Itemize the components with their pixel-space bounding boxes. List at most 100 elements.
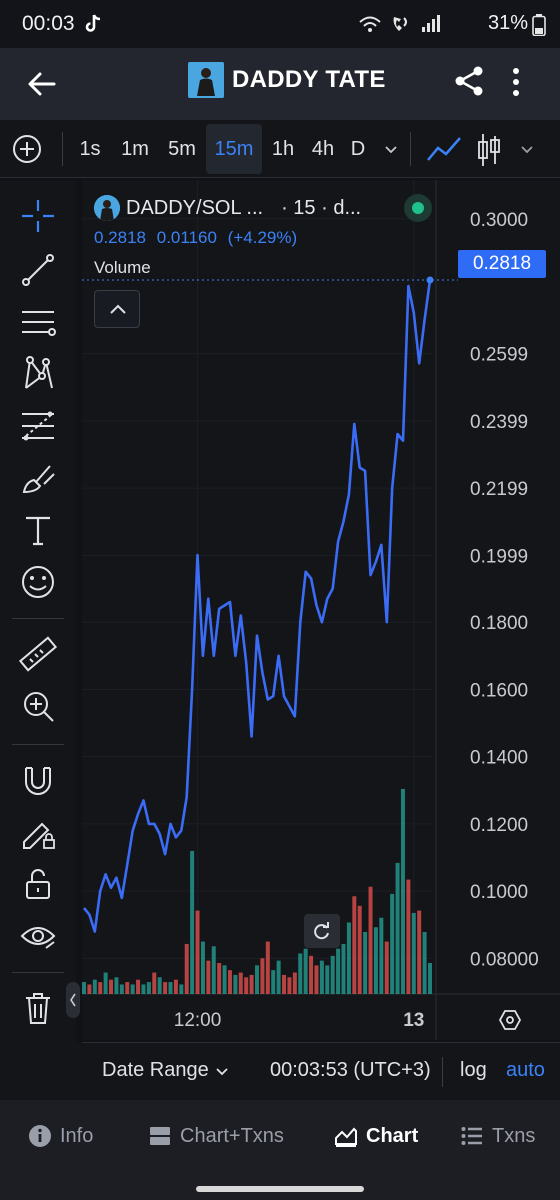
unlock-icon[interactable] [18, 864, 58, 904]
chart-settings-icon[interactable] [498, 1008, 522, 1032]
volume-bar [390, 893, 395, 994]
volume-bar [222, 965, 227, 994]
tiktok-icon [85, 14, 101, 32]
nav-tab-chart-label: Chart [366, 1124, 419, 1147]
y-tick-label: 0.1000 [470, 882, 528, 903]
legend-symbol: DADDY/SOL ... [126, 196, 264, 219]
volume-bar [163, 982, 168, 994]
crosshair-tool-icon[interactable] [18, 196, 58, 236]
magnet-tool-icon[interactable] [18, 760, 58, 800]
volume-bar [319, 960, 324, 994]
legend-collapse-button[interactable] [94, 290, 140, 328]
nav-tab-info[interactable]: Info [28, 1122, 93, 1150]
emoji-tool-icon[interactable] [18, 562, 58, 602]
volume-bar [114, 977, 119, 994]
log-scale-toggle[interactable]: log [460, 1059, 487, 1082]
volume-bar [98, 982, 103, 994]
legend-values: 0.2818 0.01160 (+4.29%) [94, 228, 303, 248]
date-range-chevron-down-icon[interactable] [214, 1063, 230, 1079]
volume-bar [249, 974, 254, 994]
y-tick-label: 0.1400 [470, 748, 528, 769]
status-time: 00:03 [22, 12, 75, 35]
volume-bar [400, 789, 405, 994]
nav-tab-chart-txns[interactable]: Chart+Txns [148, 1122, 284, 1150]
chart-pane[interactable]: 0.3000 0.2599 0.2399 0.2199 0.1999 0.1800 0.16… [82, 180, 560, 1040]
nav-tab-chart-txns-label: Chart+Txns [180, 1124, 284, 1147]
volume-bar [82, 982, 86, 994]
volume-bar [330, 955, 335, 994]
volume-bar [141, 984, 146, 994]
volume-bar [271, 970, 276, 994]
timeframe-d[interactable]: D [344, 124, 372, 174]
back-arrow-icon[interactable] [24, 66, 60, 102]
timeframe-1h[interactable]: 1h [264, 124, 302, 174]
x-tick-label: 13 [403, 1010, 424, 1031]
volume-bar [406, 879, 411, 994]
legend-token-avatar [94, 195, 120, 221]
horizontal-lines-tool-icon[interactable] [18, 302, 58, 342]
more-vertical-icon[interactable] [506, 66, 526, 98]
timeframe-4h[interactable]: 4h [304, 124, 342, 174]
volume-bar [368, 886, 373, 994]
volume-bar [238, 972, 243, 994]
volume-label: Volume [94, 258, 151, 277]
timeframe-1s[interactable]: 1s [70, 124, 110, 174]
volume-bar [109, 979, 114, 994]
trend-line-tool-icon[interactable] [18, 250, 58, 290]
volume-bar [287, 977, 292, 994]
add-indicator-icon[interactable] [12, 134, 42, 164]
timeframe-1m[interactable]: 1m [112, 124, 158, 174]
home-indicator [196, 1186, 364, 1192]
brush-tool-icon[interactable] [18, 458, 58, 498]
volume-bar [384, 941, 389, 994]
pattern-tool-icon[interactable] [18, 354, 58, 394]
toolbar-divider [410, 132, 411, 166]
sidebar-divider [12, 618, 64, 619]
volume-bar [184, 943, 189, 994]
status-icons [358, 14, 442, 34]
volume-bar [92, 979, 97, 994]
timeframe-5m[interactable]: 5m [160, 124, 204, 174]
sidebar-collapse-handle[interactable] [66, 982, 80, 1018]
nav-tab-txns[interactable]: Txns [460, 1122, 535, 1150]
volume-bar [244, 977, 249, 994]
chart-toolbar: 1s 1m 5m 15m 1h 4h D [0, 120, 560, 178]
zoom-in-tool-icon[interactable] [18, 686, 58, 726]
visibility-eye-icon[interactable] [18, 916, 58, 956]
timeframe-chevron-down-icon[interactable] [382, 140, 400, 158]
date-range-button[interactable]: Date Range [102, 1059, 209, 1082]
fib-retracement-tool-icon[interactable] [18, 406, 58, 446]
timeframe-15m[interactable]: 15m [206, 124, 262, 174]
share-icon[interactable] [452, 64, 486, 98]
sidebar-divider [12, 972, 64, 973]
volume-bar [314, 965, 319, 994]
volume-bar [395, 862, 400, 994]
auto-scale-toggle[interactable]: auto [506, 1059, 545, 1082]
sidebar-divider [12, 744, 64, 745]
timezone-clock[interactable]: 00:03:53 (UTC+3) [270, 1059, 431, 1082]
candlestick-type-icon[interactable] [476, 132, 502, 168]
legend-change: 0.01160 [156, 228, 217, 247]
volume-bar [211, 946, 216, 994]
reset-chart-button[interactable] [304, 914, 340, 948]
live-status-dot [404, 194, 432, 222]
nav-tab-chart[interactable]: Chart [334, 1122, 418, 1150]
volume-bar [309, 955, 314, 994]
volume-bar [119, 984, 124, 994]
line-chart-type-icon[interactable] [426, 134, 462, 164]
text-tool-icon[interactable] [18, 510, 58, 550]
y-tick-label: 0.2599 [470, 345, 528, 366]
nav-tab-info-label: Info [60, 1124, 94, 1147]
volume-bar [190, 850, 195, 994]
last-price-tag: 0.2818 [458, 250, 546, 278]
chart-type-chevron-down-icon[interactable] [518, 140, 536, 158]
y-tick-label: 0.1200 [470, 815, 528, 836]
x-tick-label: 12:00 [174, 1010, 222, 1031]
volume-bar [357, 905, 362, 994]
trash-icon[interactable] [18, 988, 58, 1028]
ruler-tool-icon[interactable] [18, 634, 58, 674]
chart-txns-icon [150, 1127, 170, 1145]
price-chart[interactable]: 0.3000 0.2599 0.2399 0.2199 0.1999 0.1800 0.16… [82, 180, 560, 1040]
lock-drawings-tool-icon[interactable] [18, 812, 58, 852]
volume-bar [325, 965, 330, 994]
